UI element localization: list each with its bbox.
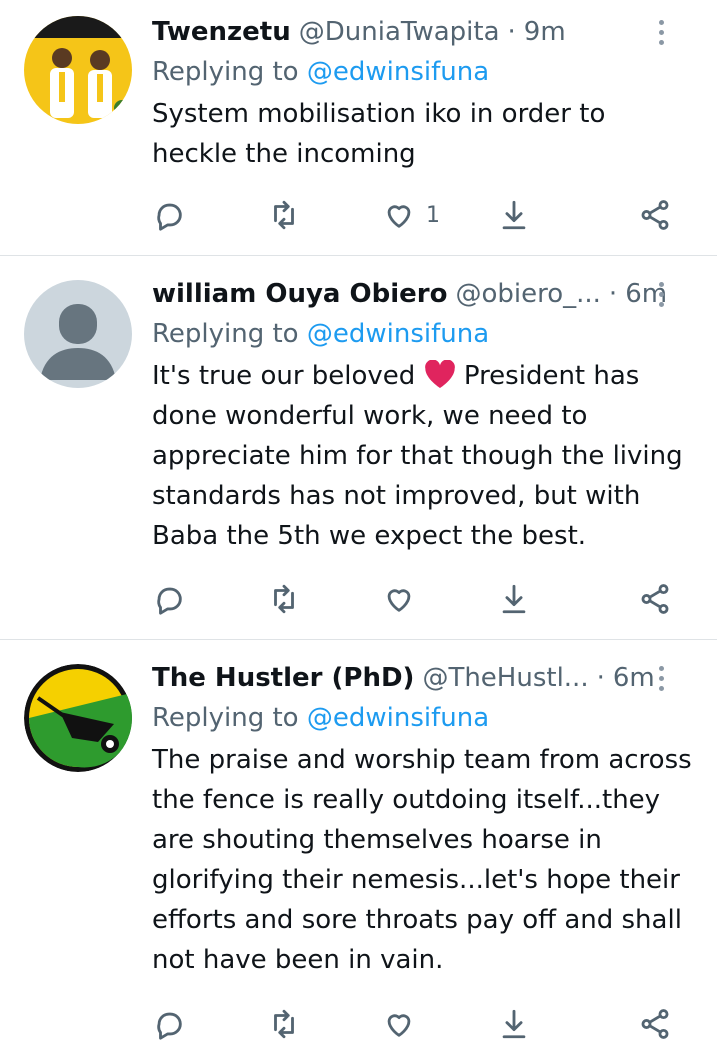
replying-label: Replying to [152, 57, 307, 87]
retweet-button[interactable] [267, 582, 327, 616]
share-button[interactable] [612, 1007, 672, 1041]
retweet-button[interactable] [267, 198, 327, 232]
handle[interactable]: @obiero_... [455, 279, 600, 309]
avatar[interactable] [24, 280, 132, 388]
heart-icon [387, 205, 411, 228]
replying-to: Replying to @edwinsifuna [152, 700, 693, 736]
more-options-icon[interactable] [649, 658, 673, 698]
tweet[interactable]: Twenzetu @DuniaTwapita · 9m Replying to … [0, 0, 717, 256]
retweet-button[interactable] [267, 1007, 327, 1041]
share-icon [641, 584, 669, 614]
action-bar [152, 579, 672, 619]
download-icon [502, 584, 526, 614]
avatar[interactable] [24, 664, 132, 772]
mention-link[interactable]: @edwinsifuna [307, 57, 489, 87]
share-icon [641, 1009, 669, 1039]
tweet-text-part: It's true our beloved [152, 361, 424, 391]
tweet-text: System mobilisation iko in order to heck… [152, 99, 606, 169]
mention-link[interactable]: @edwinsifuna [307, 703, 489, 733]
red-heart-icon [424, 360, 455, 388]
action-bar [152, 1004, 672, 1044]
download-icon [502, 1009, 526, 1039]
heart-icon [387, 1014, 411, 1037]
save-button[interactable] [497, 1007, 557, 1041]
share-button[interactable] [612, 198, 672, 232]
more-options-icon[interactable] [649, 12, 673, 52]
handle[interactable]: @DuniaTwapita [299, 17, 500, 47]
save-button[interactable] [497, 198, 557, 232]
heart-icon [387, 589, 411, 612]
reply-icon [157, 587, 182, 615]
separator-dot: · [596, 663, 605, 693]
replying-to: Replying to @edwinsifuna [152, 316, 693, 352]
display-name[interactable]: william Ouya Obiero [152, 279, 447, 309]
download-icon [502, 200, 526, 230]
like-count: 1 [426, 202, 440, 228]
handle[interactable]: @TheHustl... [422, 663, 588, 693]
retweet-icon [274, 584, 294, 614]
reply-button[interactable] [152, 198, 212, 232]
tweet-header: Twenzetu @DuniaTwapita · 9m [152, 12, 693, 52]
display-name[interactable]: Twenzetu [152, 17, 291, 47]
replying-to: Replying to @edwinsifuna [152, 54, 693, 90]
separator-dot: · [507, 17, 516, 47]
display-name[interactable]: The Hustler (PhD) [152, 663, 414, 693]
retweet-icon [274, 200, 294, 230]
like-button[interactable] [382, 582, 442, 616]
replying-label: Replying to [152, 319, 307, 349]
tweet-text: It's true our beloved President has done… [152, 356, 693, 556]
action-bar: 1 [152, 195, 672, 235]
reply-icon [157, 203, 182, 231]
replying-label: Replying to [152, 703, 307, 733]
save-button[interactable] [497, 582, 557, 616]
share-button[interactable] [612, 582, 672, 616]
avatar[interactable] [24, 16, 132, 124]
like-button[interactable] [382, 1007, 442, 1041]
tweet-header: The Hustler (PhD) @TheHustl... · 6m [152, 658, 693, 698]
tweet-text: The praise and worship team from across … [152, 745, 692, 975]
tweet[interactable]: william Ouya Obiero @obiero_... · 6m Rep… [0, 256, 717, 640]
reply-icon [157, 1012, 182, 1040]
like-button[interactable]: 1 [382, 198, 442, 232]
timestamp[interactable]: 9m [524, 17, 566, 47]
reply-button[interactable] [152, 582, 212, 616]
tweet-header: william Ouya Obiero @obiero_... · 6m [152, 274, 693, 314]
mention-link[interactable]: @edwinsifuna [307, 319, 489, 349]
retweet-icon [274, 1009, 294, 1039]
tweet[interactable]: The Hustler (PhD) @TheHustl... · 6m Repl… [0, 640, 717, 1054]
separator-dot: · [608, 279, 618, 309]
share-icon [641, 200, 669, 230]
reply-button[interactable] [152, 1007, 212, 1041]
more-options-icon[interactable] [649, 274, 673, 314]
